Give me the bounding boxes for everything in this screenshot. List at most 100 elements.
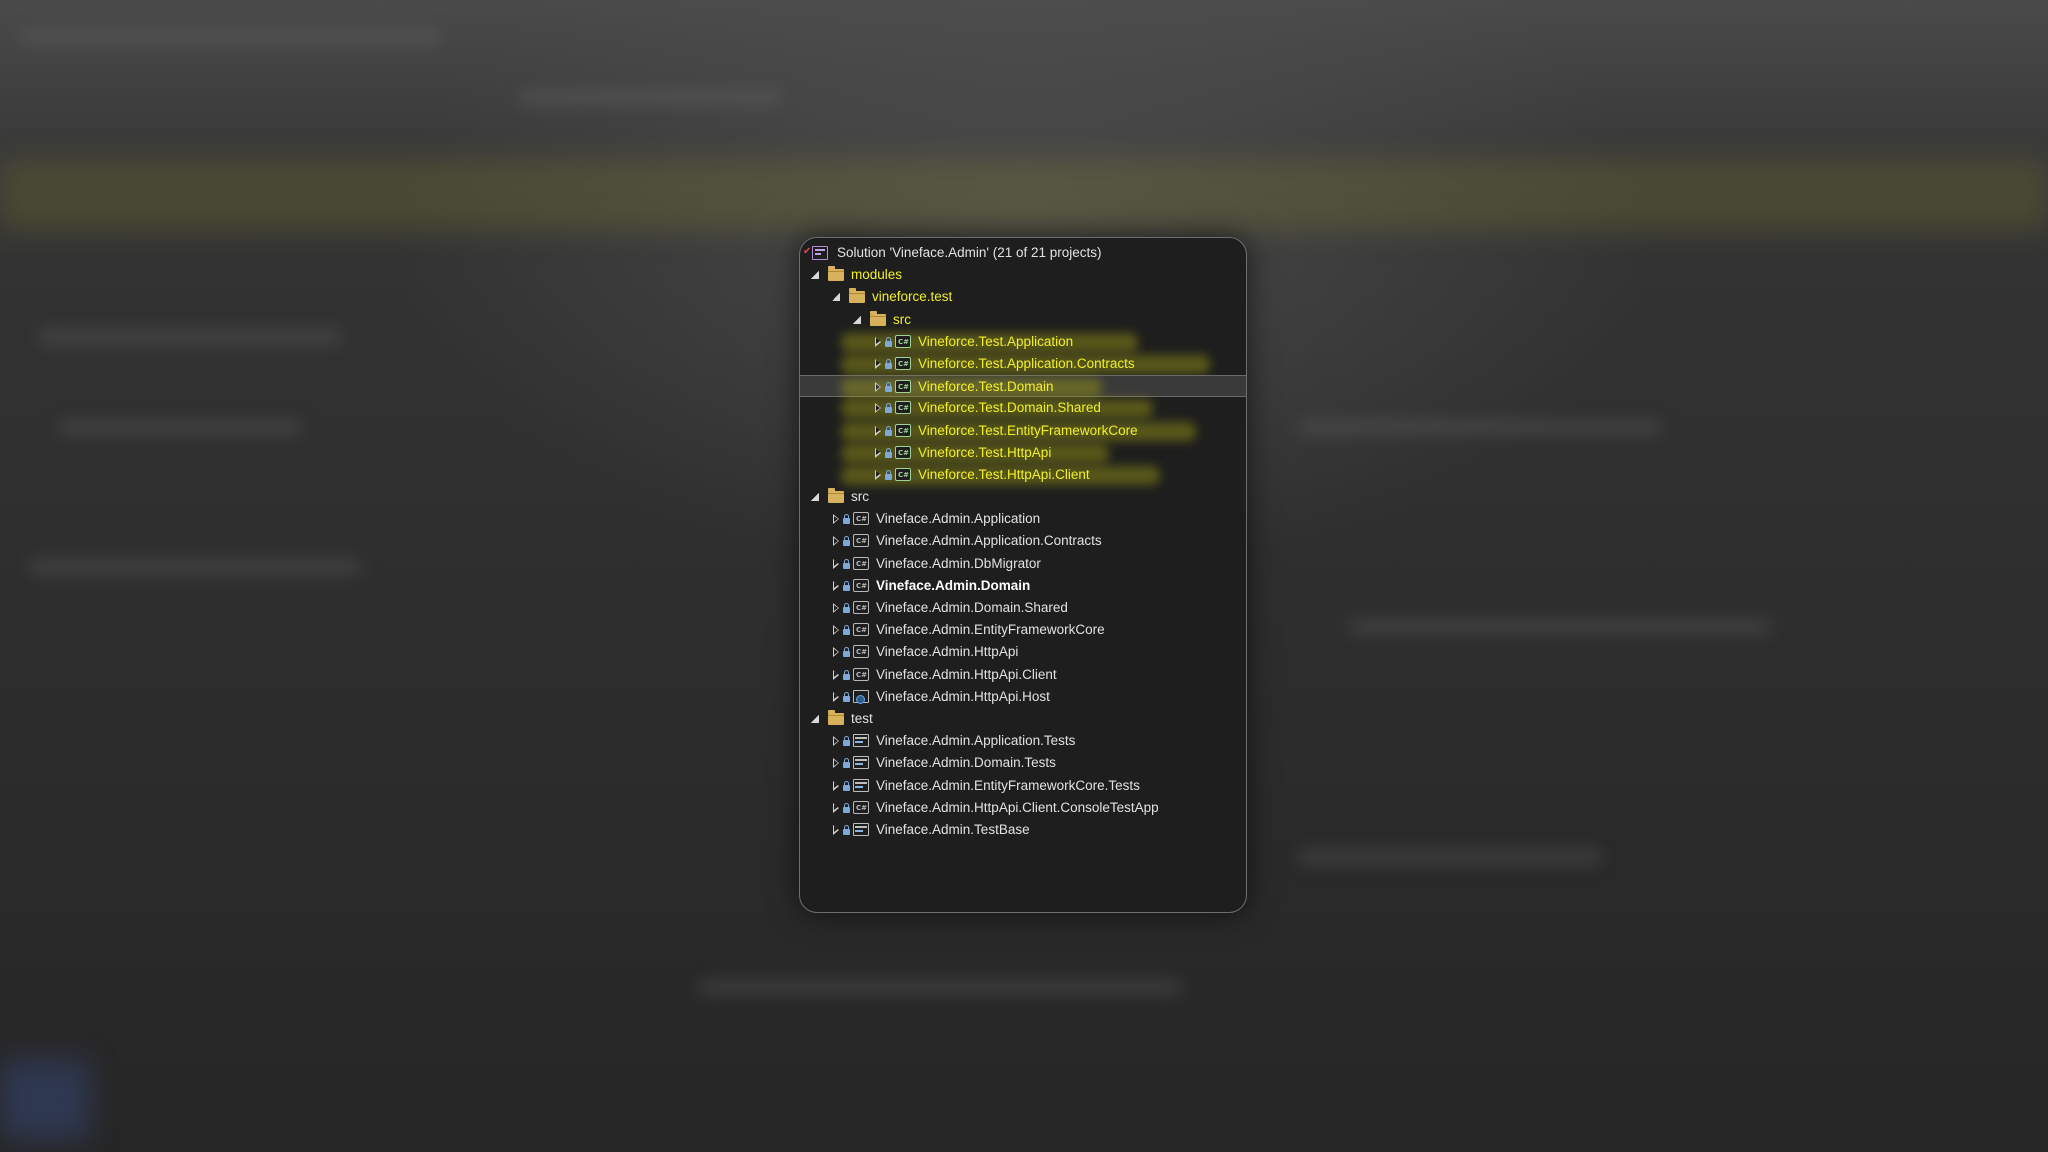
tree-folder-row[interactable]: src xyxy=(800,309,1246,331)
tree-project-row[interactable]: Vineface.Admin.DbMigrator xyxy=(800,553,1246,575)
collapsed-arrow-icon[interactable] xyxy=(871,353,885,375)
tree-project-row[interactable]: Vineforce.Test.Application xyxy=(800,331,1246,353)
tree-item-label: Vineface.Admin.Application xyxy=(876,511,1041,527)
collapsed-arrow-icon[interactable] xyxy=(829,664,843,686)
tree-project-row[interactable]: Vineforce.Test.EntityFrameworkCore xyxy=(800,420,1246,442)
blurred-text xyxy=(1300,420,1660,434)
tree-project-row[interactable]: Vineface.Admin.EntityFrameworkCore xyxy=(800,619,1246,641)
tree-folder-row[interactable]: vineforce.test xyxy=(800,286,1246,308)
collapsed-arrow-icon[interactable] xyxy=(829,619,843,641)
tree-project-row[interactable]: Vineface.Admin.TestBase xyxy=(800,819,1246,841)
tree-project-row[interactable]: Vineface.Admin.EntityFrameworkCore.Tests xyxy=(800,775,1246,797)
collapsed-arrow-icon[interactable] xyxy=(829,553,843,575)
tree-project-row[interactable]: Vineface.Admin.Domain.Tests xyxy=(800,752,1246,774)
tree-project-row[interactable]: Vineface.Admin.Application xyxy=(800,508,1246,530)
folder-icon xyxy=(828,266,844,282)
collapsed-arrow-icon[interactable] xyxy=(829,575,843,597)
blurred-text xyxy=(520,90,780,104)
collapsed-arrow-icon[interactable] xyxy=(871,420,885,442)
blurred-text xyxy=(700,980,1180,994)
lock-icon xyxy=(885,469,892,480)
lock-icon xyxy=(843,514,850,525)
lock-icon xyxy=(843,780,850,791)
collapsed-arrow-icon[interactable] xyxy=(871,442,885,464)
tree-item-label: test xyxy=(851,710,873,726)
tree-project-row[interactable]: Vineforce.Test.HttpApi.Client xyxy=(800,464,1246,486)
csharp-project-icon xyxy=(853,619,869,641)
tree-project-row[interactable]: Vineforce.Test.Domain.Shared xyxy=(800,397,1246,419)
csharp-project-icon xyxy=(895,376,911,398)
csharp-project-icon xyxy=(895,353,911,375)
blurred-text xyxy=(20,30,440,44)
collapsed-arrow-icon[interactable] xyxy=(829,730,843,752)
tree-item-label: Vineforce.Test.Application xyxy=(918,333,1074,349)
lock-icon xyxy=(885,403,892,414)
blurred-corner-accent xyxy=(0,1060,90,1140)
tree-item-label: Vineface.Admin.EntityFrameworkCore.Tests xyxy=(876,777,1140,793)
check-icon: ✔ xyxy=(803,246,812,257)
blurred-text xyxy=(30,560,360,574)
tree-item-label: Vineforce.Test.Application.Contracts xyxy=(918,355,1135,371)
tree-item-label: Vineforce.Test.EntityFrameworkCore xyxy=(918,422,1138,438)
expanded-arrow-icon[interactable] xyxy=(850,309,864,331)
collapsed-arrow-icon[interactable] xyxy=(829,775,843,797)
csharp-project-icon xyxy=(853,797,869,819)
tree-item-label: Vineforce.Test.Domain.Shared xyxy=(918,400,1101,416)
folder-icon xyxy=(828,709,844,725)
tree-folder-row[interactable]: src xyxy=(800,486,1246,508)
expanded-arrow-icon[interactable] xyxy=(808,486,822,508)
test-project-icon xyxy=(853,822,869,836)
tree-project-row[interactable]: Vineface.Admin.Domain.Shared xyxy=(800,597,1246,619)
csharp-project-icon xyxy=(853,553,869,575)
tree-folder-row[interactable]: test xyxy=(800,708,1246,730)
collapsed-arrow-icon[interactable] xyxy=(871,397,885,419)
lock-icon xyxy=(885,358,892,369)
solution-title: Solution 'Vineface.Admin' (21 of 21 proj… xyxy=(837,245,1102,260)
tree-project-row[interactable]: Vineface.Admin.HttpApi xyxy=(800,641,1246,663)
collapsed-arrow-icon[interactable] xyxy=(829,530,843,552)
tree-item-label: src xyxy=(893,311,911,327)
tree-item-label: Vineface.Admin.Application.Contracts xyxy=(876,533,1102,549)
collapsed-arrow-icon[interactable] xyxy=(829,686,843,708)
collapsed-arrow-icon[interactable] xyxy=(871,376,885,398)
lock-icon xyxy=(843,647,850,658)
lock-icon xyxy=(843,802,850,813)
collapsed-arrow-icon[interactable] xyxy=(871,464,885,486)
lock-icon xyxy=(885,425,892,436)
tree-project-row[interactable]: Vineface.Admin.HttpApi.Host xyxy=(800,686,1246,708)
solution-icon xyxy=(812,246,828,260)
lock-icon xyxy=(843,603,850,613)
collapsed-arrow-icon[interactable] xyxy=(829,819,843,841)
tree-project-row[interactable]: Vineface.Admin.HttpApi.Client xyxy=(800,664,1246,686)
tree-project-row[interactable]: Vineface.Admin.HttpApi.Client.ConsoleTes… xyxy=(800,797,1246,819)
blurred-text xyxy=(1300,850,1600,864)
tree-project-row[interactable]: Vineforce.Test.Domain xyxy=(800,375,1246,398)
tree-folder-row[interactable]: modules xyxy=(800,264,1246,286)
solution-root-row[interactable]: ✔ Solution 'Vineface.Admin' (21 of 21 pr… xyxy=(800,242,1246,264)
tree-project-row[interactable]: Vineforce.Test.Application.Contracts xyxy=(800,353,1246,375)
folder-icon xyxy=(849,288,865,304)
collapsed-arrow-icon[interactable] xyxy=(871,331,885,353)
expanded-arrow-icon[interactable] xyxy=(808,708,822,730)
blurred-highlight-band xyxy=(0,160,2048,230)
csharp-project-icon xyxy=(853,597,869,619)
tree-project-row[interactable]: Vineface.Admin.Application.Tests xyxy=(800,730,1246,752)
tree-project-row[interactable]: Vineforce.Test.HttpApi xyxy=(800,442,1246,464)
blurred-text xyxy=(40,330,340,344)
csharp-project-icon xyxy=(895,331,911,353)
tree-project-row[interactable]: Vineface.Admin.Domain xyxy=(800,575,1246,597)
collapsed-arrow-icon[interactable] xyxy=(829,597,843,619)
expanded-arrow-icon[interactable] xyxy=(808,264,822,286)
tree-item-label: Vineface.Admin.DbMigrator xyxy=(876,555,1041,571)
collapsed-arrow-icon[interactable] xyxy=(829,752,843,774)
tree-project-row[interactable]: Vineface.Admin.Application.Contracts xyxy=(800,530,1246,552)
collapsed-arrow-icon[interactable] xyxy=(829,641,843,663)
blurred-text xyxy=(60,420,300,434)
collapsed-arrow-icon[interactable] xyxy=(829,797,843,819)
tree-item-label: Vineface.Admin.Domain.Tests xyxy=(876,755,1056,771)
lock-icon xyxy=(885,382,892,393)
lock-icon xyxy=(843,758,850,769)
expanded-arrow-icon[interactable] xyxy=(829,286,843,308)
tree-item-label: Vineforce.Test.HttpApi xyxy=(918,444,1052,460)
collapsed-arrow-icon[interactable] xyxy=(829,508,843,530)
